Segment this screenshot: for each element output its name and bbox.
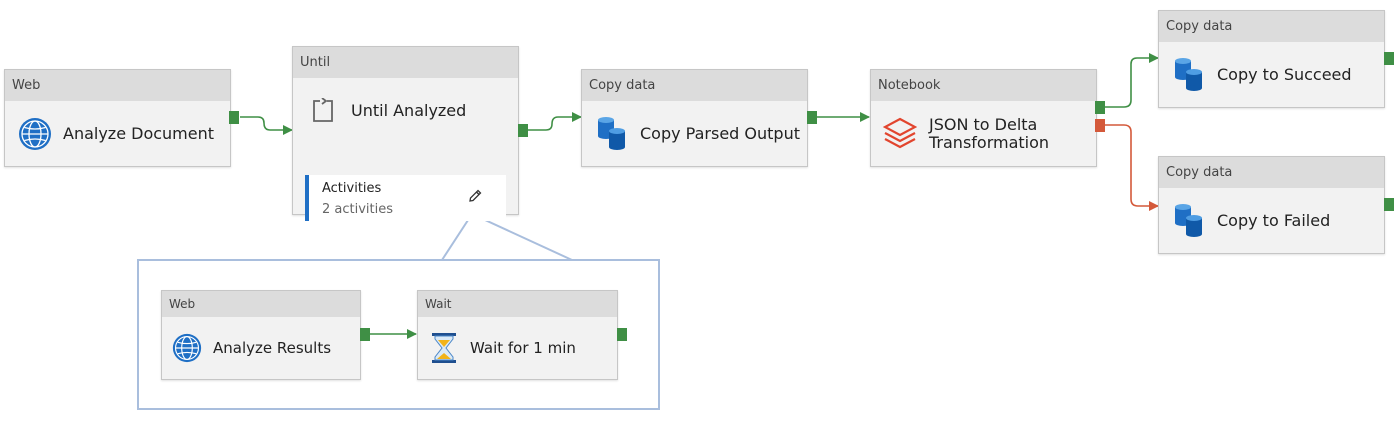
activity-name: Copy Parsed Output [640, 124, 800, 143]
pipeline-canvas: Web Analyze Document Until Until Analyze… [0, 0, 1400, 421]
success-port[interactable] [518, 124, 528, 137]
activity-json-to-delta[interactable]: Notebook JSON to Delta Transformation [870, 69, 1097, 167]
activity-name: Copy to Failed [1217, 211, 1331, 230]
activity-name-line2: Transformation [929, 133, 1050, 152]
success-port[interactable] [807, 111, 817, 124]
activity-type-label: Web [162, 291, 360, 317]
activity-name: Until Analyzed [351, 101, 467, 120]
connector-notebook-to-succeed [1105, 53, 1159, 108]
activity-copy-parsed-output[interactable]: Copy data Copy Parsed Output [581, 69, 808, 167]
activity-type-label: Copy data [1159, 11, 1384, 42]
failure-port[interactable] [1095, 119, 1105, 132]
databricks-icon [882, 116, 918, 154]
connector-until-to-copy [528, 112, 582, 131]
database-icon [1173, 203, 1205, 243]
database-icon [1173, 57, 1205, 97]
activity-type-label: Until [293, 47, 518, 78]
activity-type-label: Copy data [1159, 157, 1384, 188]
activity-wait-1-min[interactable]: Wait Wait for 1 min [417, 290, 618, 380]
success-port[interactable] [617, 328, 627, 341]
connector-notebook-to-failed [1105, 124, 1159, 211]
activity-type-label: Wait [418, 291, 617, 317]
pencil-icon[interactable] [467, 188, 483, 208]
globe-icon [172, 333, 202, 367]
activities-count: 2 activities [322, 202, 394, 217]
success-port[interactable] [1384, 52, 1394, 65]
activity-analyze-document[interactable]: Web Analyze Document [4, 69, 231, 167]
activity-until-analyzed[interactable]: Until Until Analyzed Activities 2 activi… [292, 46, 519, 221]
activity-name: Copy to Succeed [1217, 65, 1352, 84]
activity-name: Analyze Document [63, 124, 215, 143]
loop-icon [311, 97, 335, 128]
activity-type-label: Copy data [582, 70, 807, 101]
success-port[interactable] [1095, 101, 1105, 114]
hourglass-icon [431, 332, 457, 368]
activity-copy-to-succeed[interactable]: Copy data Copy to Succeed [1158, 10, 1385, 108]
inner-activities-box[interactable]: Activities 2 activities [305, 175, 506, 221]
success-port[interactable] [1384, 198, 1394, 211]
database-icon [596, 116, 628, 156]
activity-type-label: Web [5, 70, 230, 101]
connector-analyze-to-until [240, 116, 293, 135]
activity-name: Wait for 1 min [470, 339, 576, 357]
activity-name: Analyze Results [213, 339, 332, 357]
activity-name-line1: JSON to Delta [929, 115, 1038, 134]
globe-icon [18, 117, 52, 155]
activity-type-label: Notebook [871, 70, 1096, 101]
success-port[interactable] [229, 111, 239, 124]
activity-analyze-results[interactable]: Web Analyze Results [161, 290, 361, 380]
activity-copy-to-failed[interactable]: Copy data Copy to Failed [1158, 156, 1385, 254]
activities-label: Activities [322, 181, 382, 196]
success-port[interactable] [360, 328, 370, 341]
